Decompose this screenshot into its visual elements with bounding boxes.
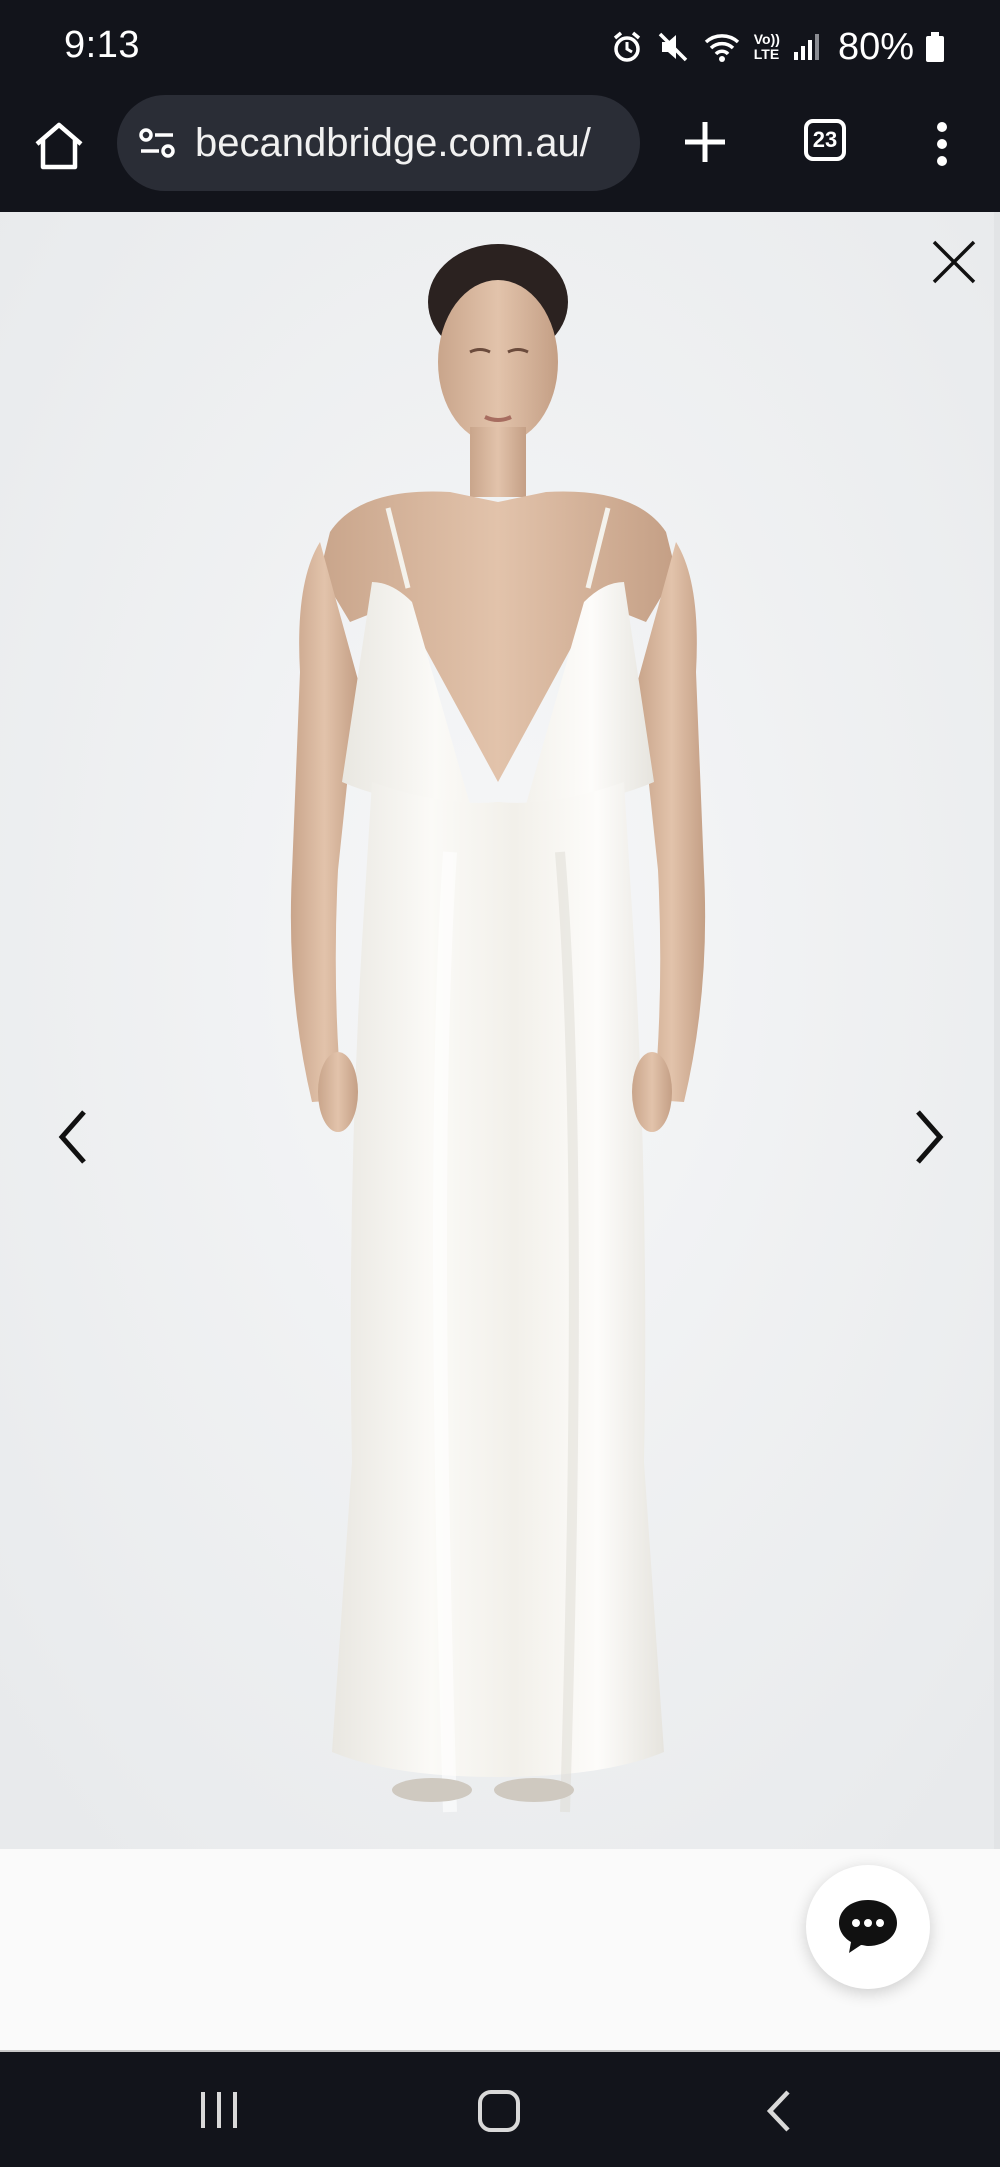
close-gallery-icon[interactable]: [924, 232, 984, 292]
wifi-icon: [702, 30, 742, 64]
mute-icon: [656, 30, 690, 64]
browser-toolbar: becandbridge.com.au/ 23: [0, 95, 1000, 212]
recent-apps-icon[interactable]: [196, 2090, 242, 2130]
system-navigation-bar: [0, 2052, 1000, 2167]
status-icons: Vo)) LTE 80%: [610, 22, 944, 72]
chat-button[interactable]: [806, 1865, 930, 1989]
volte-icon: Vo)) LTE: [754, 32, 780, 62]
previous-image-icon[interactable]: [48, 1102, 98, 1172]
volte-label-bottom: LTE: [753, 46, 780, 62]
scrollbar[interactable]: [994, 212, 1000, 1849]
url-bar[interactable]: becandbridge.com.au/: [117, 95, 640, 191]
volte-label-top: Vo)): [753, 31, 780, 47]
tab-switcher-button[interactable]: 23: [804, 119, 846, 161]
site-settings-icon[interactable]: [137, 123, 177, 163]
battery-percent: 80%: [837, 25, 914, 68]
signal-icon: [792, 32, 822, 62]
status-time: 9:13: [64, 24, 140, 66]
battery-icon: [926, 32, 944, 62]
url-text[interactable]: becandbridge.com.au/: [195, 121, 591, 166]
more-options-icon[interactable]: [930, 119, 954, 169]
new-tab-icon[interactable]: [680, 117, 730, 167]
product-image: [0, 212, 1000, 1849]
home-button-icon[interactable]: [476, 2088, 522, 2134]
chat-bubble-icon: [839, 1900, 897, 1953]
back-icon[interactable]: [762, 2086, 796, 2136]
alarm-icon: [610, 30, 644, 64]
status-bar: 9:13 Vo)) LTE 80%: [0, 0, 1000, 95]
home-icon[interactable]: [30, 117, 88, 175]
tab-count: 23: [812, 127, 838, 152]
product-image-gallery[interactable]: [0, 212, 1000, 1849]
next-image-icon[interactable]: [904, 1102, 954, 1172]
